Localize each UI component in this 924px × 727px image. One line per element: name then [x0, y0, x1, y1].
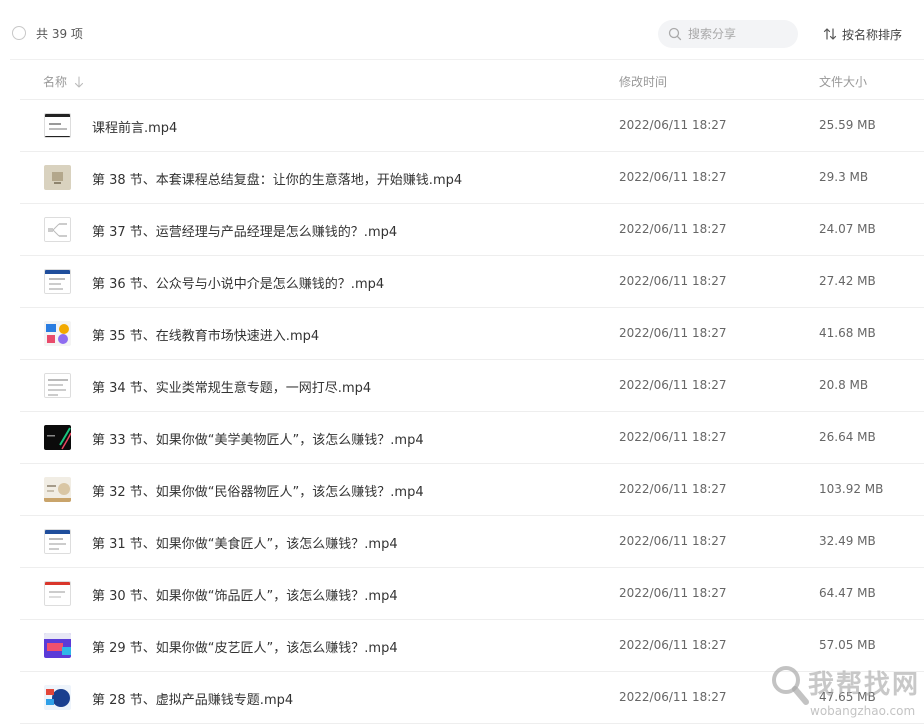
video-thumbnail [44, 425, 71, 450]
video-thumbnail [44, 113, 71, 138]
column-header-size[interactable]: 文件大小 [819, 73, 867, 90]
file-row[interactable]: 第 38 节、本套课程总结复盘：让你的生意落地，开始赚钱.mp4 2022/06… [20, 152, 924, 204]
video-thumbnail [44, 477, 71, 502]
file-row[interactable]: 第 31 节、如果你做“美食匠人”，该怎么赚钱？.mp4 2022/06/11 … [20, 516, 924, 568]
file-modified-time: 2022/06/11 18:27 [619, 586, 727, 600]
file-size: 24.07 MB [819, 222, 876, 236]
file-row[interactable]: 第 34 节、实业类常规生意专题，一网打尽.mp4 2022/06/11 18:… [20, 360, 924, 412]
file-name[interactable]: 第 32 节、如果你做“民俗器物匠人”，该怎么赚钱？.mp4 [92, 481, 424, 500]
file-size: 27.42 MB [819, 274, 876, 288]
magnifier-logo-icon [772, 666, 809, 705]
file-modified-time: 2022/06/11 18:27 [619, 118, 727, 132]
sort-label: 按名称排序 [842, 27, 903, 42]
video-thumbnail [44, 633, 71, 658]
video-thumbnail [44, 685, 71, 710]
file-list: 课程前言.mp4 2022/06/11 18:27 25.59 MB 第 38 … [20, 100, 924, 724]
video-thumbnail [44, 581, 71, 606]
arrow-down-icon [74, 75, 84, 88]
file-name[interactable]: 课程前言.mp4 [92, 117, 177, 136]
file-modified-time: 2022/06/11 18:27 [619, 378, 727, 392]
column-header-name[interactable]: 名称 [43, 73, 84, 90]
file-name[interactable]: 第 29 节、如果你做“皮艺匠人”，该怎么赚钱？.mp4 [92, 637, 398, 656]
file-name[interactable]: 第 36 节、公众号与小说中介是怎么赚钱的？.mp4 [92, 273, 384, 292]
file-name[interactable]: 第 30 节、如果你做“饰品匠人”，该怎么赚钱？.mp4 [92, 585, 398, 604]
file-modified-time: 2022/06/11 18:27 [619, 638, 727, 652]
file-row[interactable]: 第 35 节、在线教育市场快速进入.mp4 2022/06/11 18:27 4… [20, 308, 924, 360]
file-modified-time: 2022/06/11 18:27 [619, 274, 727, 288]
file-name[interactable]: 第 28 节、虚拟产品赚钱专题.mp4 [92, 689, 293, 708]
video-thumbnail [44, 217, 71, 242]
sort-icon [823, 28, 837, 40]
file-size: 20.8 MB [819, 378, 869, 392]
watermark-text: 我帮找网 [808, 670, 921, 700]
file-size: 103.92 MB [819, 482, 884, 496]
file-size: 41.68 MB [819, 326, 876, 340]
file-size: 25.59 MB [819, 118, 876, 132]
sort-by-name-button[interactable]: 按名称排序 [823, 25, 902, 43]
search-input[interactable] [688, 24, 788, 44]
video-thumbnail [44, 269, 71, 294]
file-row[interactable]: 第 33 节、如果你做“美学美物匠人”，该怎么赚钱？.mp4 2022/06/1… [20, 412, 924, 464]
file-size: 26.64 MB [819, 430, 876, 444]
toolbar: 共 39 项 按名称排序 [0, 0, 924, 60]
item-count: 共 39 项 [36, 27, 83, 41]
column-name-label: 名称 [43, 75, 68, 89]
file-size: 64.47 MB [819, 586, 876, 600]
file-row[interactable]: 第 37 节、运营经理与产品经理是怎么赚钱的？.mp4 2022/06/11 1… [20, 204, 924, 256]
file-modified-time: 2022/06/11 18:27 [619, 170, 727, 184]
file-modified-time: 2022/06/11 18:27 [619, 690, 727, 704]
file-modified-time: 2022/06/11 18:27 [619, 222, 727, 236]
file-name[interactable]: 第 33 节、如果你做“美学美物匠人”，该怎么赚钱？.mp4 [92, 429, 424, 448]
file-name[interactable]: 第 31 节、如果你做“美食匠人”，该怎么赚钱？.mp4 [92, 533, 398, 552]
search-box[interactable] [658, 20, 798, 48]
video-thumbnail [44, 373, 71, 398]
file-size: 29.3 MB [819, 170, 869, 184]
file-size: 57.05 MB [819, 638, 876, 652]
file-row[interactable]: 第 32 节、如果你做“民俗器物匠人”，该怎么赚钱？.mp4 2022/06/1… [20, 464, 924, 516]
video-thumbnail [44, 321, 71, 346]
file-size: 32.49 MB [819, 534, 876, 548]
file-modified-time: 2022/06/11 18:27 [619, 482, 727, 496]
file-row[interactable]: 第 30 节、如果你做“饰品匠人”，该怎么赚钱？.mp4 2022/06/11 … [20, 568, 924, 620]
column-header-modified[interactable]: 修改时间 [619, 73, 667, 90]
file-name[interactable]: 第 34 节、实业类常规生意专题，一网打尽.mp4 [92, 377, 371, 396]
file-modified-time: 2022/06/11 18:27 [619, 326, 727, 340]
file-modified-time: 2022/06/11 18:27 [619, 534, 727, 548]
video-thumbnail [44, 529, 71, 554]
table-header: 名称 修改时间 文件大小 [20, 60, 924, 100]
file-name[interactable]: 第 37 节、运营经理与产品经理是怎么赚钱的？.mp4 [92, 221, 397, 240]
watermark-url: wobangzhao.com [810, 704, 916, 718]
watermark: 我帮找网 wobangzhao.com [768, 660, 924, 727]
file-row[interactable]: 第 36 节、公众号与小说中介是怎么赚钱的？.mp4 2022/06/11 18… [20, 256, 924, 308]
search-icon [668, 27, 682, 41]
file-name[interactable]: 第 35 节、在线教育市场快速进入.mp4 [92, 325, 319, 344]
file-modified-time: 2022/06/11 18:27 [619, 430, 727, 444]
select-all-checkbox[interactable] [12, 26, 26, 40]
file-row[interactable]: 课程前言.mp4 2022/06/11 18:27 25.59 MB [20, 100, 924, 152]
video-thumbnail [44, 165, 71, 190]
file-name[interactable]: 第 38 节、本套课程总结复盘：让你的生意落地，开始赚钱.mp4 [92, 169, 462, 188]
